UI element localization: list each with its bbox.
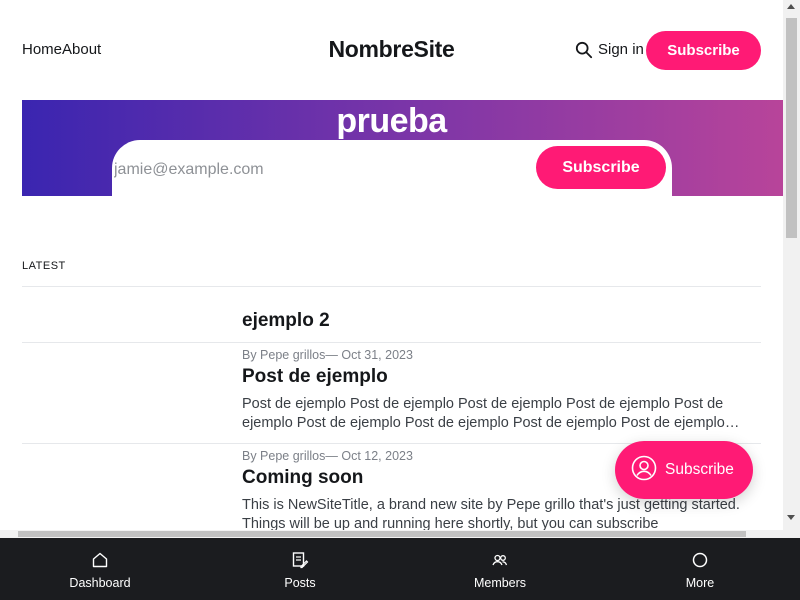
tab-posts[interactable]: Posts xyxy=(200,538,400,600)
email-input[interactable] xyxy=(112,155,526,185)
page-content: Home About NombreSite Sign in Subscribe … xyxy=(0,0,783,530)
browser-viewport: Home About NombreSite Sign in Subscribe … xyxy=(0,0,800,538)
scrollbar-thumb[interactable] xyxy=(18,531,746,537)
post-meta: By Pepe grillos— Oct 31, 2023 xyxy=(242,348,413,362)
hero-banner: prueba Subscribe xyxy=(22,100,783,196)
latest-heading: LATEST xyxy=(22,260,66,272)
scrollbar-thumb[interactable] xyxy=(786,18,797,238)
post-title[interactable]: ejemplo 2 xyxy=(242,309,757,333)
user-circle-icon xyxy=(631,455,657,486)
horizontal-scrollbar[interactable] xyxy=(0,530,783,538)
post-item[interactable]: ejemplo 2 xyxy=(242,309,757,333)
divider xyxy=(22,286,761,287)
tab-label: Members xyxy=(473,575,527,590)
tab-label: More xyxy=(685,575,715,590)
tab-dashboard[interactable]: Dashboard xyxy=(0,538,200,600)
members-icon xyxy=(491,551,509,572)
portal-subscribe-label: Subscribe xyxy=(665,461,734,478)
post-excerpt: Post de ejemplo Post de ejemplo Post de … xyxy=(242,396,725,431)
signin-link[interactable]: Sign in xyxy=(598,41,644,58)
scroll-down-arrow-icon[interactable] xyxy=(787,515,795,520)
post-item[interactable]: By Pepe grillos— Oct 31, 2023 Post de ej… xyxy=(242,348,757,433)
tab-members[interactable]: Members xyxy=(400,538,600,600)
admin-bottom-bar: Dashboard Posts Members More xyxy=(0,538,800,600)
header-subscribe-button[interactable]: Subscribe xyxy=(646,31,761,70)
hero-signup-form: Subscribe xyxy=(112,140,672,196)
scroll-up-arrow-icon[interactable] xyxy=(787,4,795,9)
posts-icon xyxy=(291,551,309,572)
post-excerpt: This is NewSiteTitle, a brand new site b… xyxy=(242,497,740,530)
vertical-scrollbar[interactable] xyxy=(783,0,800,538)
hero-subscribe-button[interactable]: Subscribe xyxy=(536,146,666,189)
post-title[interactable]: Post de ejemplo xyxy=(242,365,757,389)
tab-more[interactable]: More xyxy=(600,538,800,600)
hero-title: prueba xyxy=(336,102,447,140)
tab-label: Posts xyxy=(284,575,316,590)
home-icon xyxy=(91,551,109,572)
search-icon[interactable] xyxy=(575,41,593,59)
divider xyxy=(22,342,761,343)
tab-label: Dashboard xyxy=(69,575,131,590)
portal-subscribe-button[interactable]: Subscribe xyxy=(615,441,753,499)
more-icon xyxy=(691,551,709,572)
